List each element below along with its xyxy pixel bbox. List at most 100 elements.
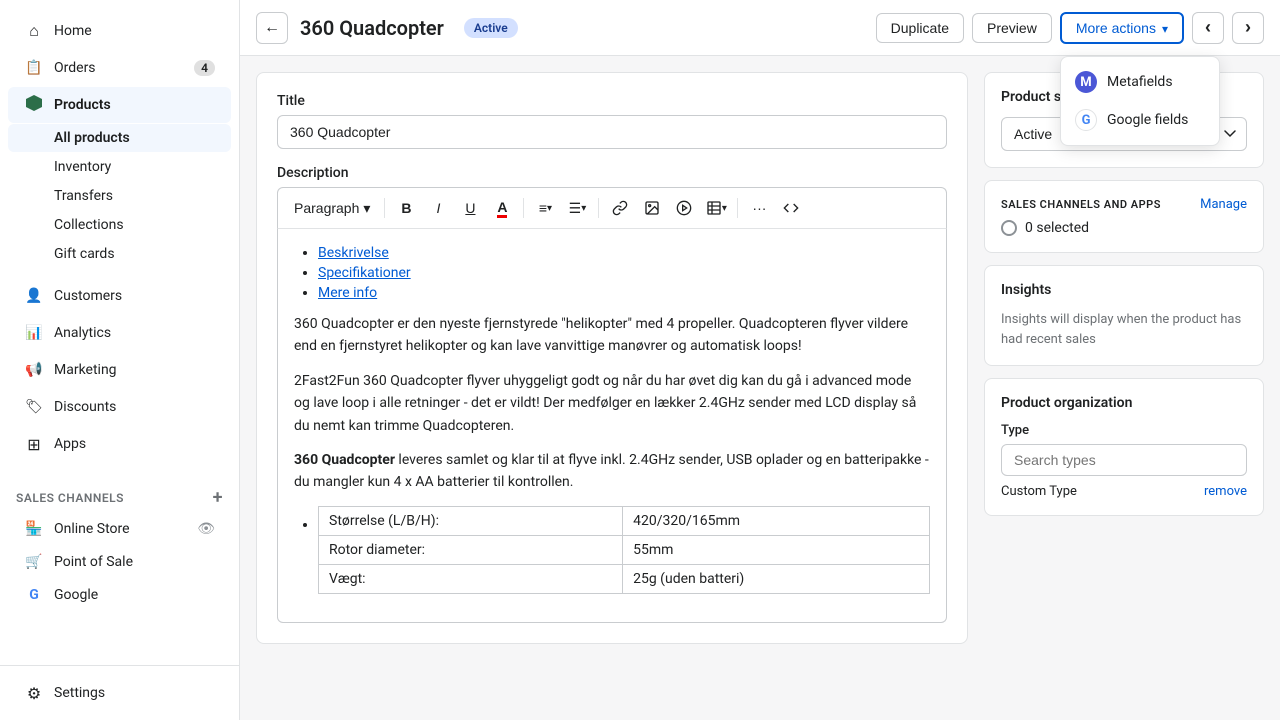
text-color-button[interactable]: A <box>487 194 517 222</box>
topbar: 360 Quadcopter Active Duplicate Preview … <box>240 0 1280 56</box>
orders-icon <box>24 58 44 78</box>
remove-link[interactable]: remove <box>1204 484 1247 499</box>
title-description-card: Title Description Paragraph ▾ B I U <box>256 72 968 644</box>
sidebar-item-transfers[interactable]: Transfers <box>8 182 231 210</box>
chevron-down-icon: ▾ <box>363 200 370 217</box>
selected-count: 0 selected <box>1025 220 1089 236</box>
link-beskrivelse[interactable]: Beskrivelse <box>318 245 389 261</box>
google-label: Google <box>54 587 98 603</box>
sidebar-item-apps[interactable]: Apps <box>8 426 231 462</box>
sidebar-item-discounts[interactable]: Discounts <box>8 389 231 425</box>
selected-channels: 0 selected <box>1001 220 1247 236</box>
spec-row: Størrelse (L/B/H): <box>319 506 623 535</box>
metafields-icon: M <box>1075 71 1097 93</box>
bold-text: 360 Quadcopter <box>294 452 395 468</box>
type-search-wrap <box>1001 444 1247 476</box>
next-product-button[interactable] <box>1232 12 1264 44</box>
align-button[interactable]: ≡▾ <box>530 194 560 222</box>
sidebar-item-label: Discounts <box>54 399 116 415</box>
gift-cards-label: Gift cards <box>54 246 115 262</box>
orders-badge: 4 <box>194 60 215 76</box>
sidebar-item-marketing[interactable]: Marketing <box>8 352 231 388</box>
editor-content[interactable]: Beskrivelse Specifikationer Mere info 36… <box>277 229 947 623</box>
organization-title: Product organization <box>1001 395 1247 411</box>
products-icon <box>24 95 44 115</box>
description-label: Description <box>277 165 947 181</box>
italic-button[interactable]: I <box>423 194 453 222</box>
back-button[interactable] <box>256 12 288 44</box>
code-button[interactable] <box>776 194 806 222</box>
sidebar-item-home[interactable]: Home <box>8 13 231 49</box>
image-icon <box>644 200 660 216</box>
video-button[interactable] <box>669 194 699 222</box>
link-specifikationer[interactable]: Specifikationer <box>318 265 411 281</box>
sidebar-item-all-products[interactable]: All products <box>8 124 231 152</box>
custom-type-label: Custom Type <box>1001 484 1077 499</box>
settings-icon <box>24 683 44 703</box>
radio-circle <box>1001 220 1017 236</box>
insights-title: Insights <box>1001 282 1247 298</box>
discounts-icon <box>24 397 44 417</box>
main-content: 360 Quadcopter Active Duplicate Preview … <box>240 0 1280 720</box>
table-icon <box>706 200 722 216</box>
sidebar-item-point-of-sale[interactable]: Point of Sale <box>8 546 231 578</box>
insights-card: Insights Insights will display when the … <box>984 265 1264 366</box>
link-button[interactable] <box>605 194 635 222</box>
insights-description: Insights will display when the product h… <box>1001 310 1247 349</box>
metafields-label: Metafields <box>1107 74 1173 90</box>
more-actions-button[interactable]: More actions <box>1060 12 1184 44</box>
google-icon <box>24 585 44 605</box>
preview-button[interactable]: Preview <box>972 13 1052 43</box>
more-actions-dropdown: M Metafields G Google fields <box>1060 56 1220 146</box>
title-label: Title <box>277 93 947 109</box>
eye-icon[interactable]: 👁 <box>197 521 215 537</box>
link-mere-info[interactable]: Mere info <box>318 285 377 301</box>
sidebar-item-inventory[interactable]: Inventory <box>8 153 231 181</box>
sidebar-item-label: Marketing <box>54 362 117 378</box>
prev-product-button[interactable] <box>1192 12 1224 44</box>
bold-button[interactable]: B <box>391 194 421 222</box>
sales-channels-title: SALES CHANNELS AND APPS <box>1001 198 1161 211</box>
home-icon <box>24 21 44 41</box>
google-fields-icon: G <box>1075 109 1097 131</box>
sidebar-item-collections[interactable]: Collections <box>8 211 231 239</box>
table-button[interactable]: ▾ <box>701 194 731 222</box>
sidebar-item-gift-cards[interactable]: Gift cards <box>8 240 231 268</box>
title-input[interactable] <box>277 115 947 149</box>
chevron-left-icon <box>1205 17 1211 38</box>
align-group-button[interactable]: ☰▾ <box>562 194 592 222</box>
type-search-input[interactable] <box>1001 444 1247 476</box>
sidebar-item-label: Products <box>54 97 111 113</box>
image-button[interactable] <box>637 194 667 222</box>
duplicate-button[interactable]: Duplicate <box>876 13 964 43</box>
sidebar-item-orders[interactable]: Orders 4 <box>8 50 231 86</box>
editor-toolbar: Paragraph ▾ B I U A ≡▾ <box>277 187 947 229</box>
sidebar-item-analytics[interactable]: Analytics <box>8 315 231 351</box>
transfers-label: Transfers <box>54 188 113 204</box>
paragraph-select[interactable]: Paragraph ▾ <box>286 196 378 221</box>
topbar-actions: Duplicate Preview More actions <box>876 12 1264 44</box>
play-icon <box>676 200 692 216</box>
online-store-label: Online Store <box>54 521 130 537</box>
sidebar-item-customers[interactable]: Customers <box>8 278 231 314</box>
sales-channels-header: SALES CHANNELS AND APPS Manage <box>1001 197 1247 212</box>
manage-link[interactable]: Manage <box>1200 197 1247 212</box>
dropdown-item-google-fields[interactable]: G Google fields <box>1061 101 1219 139</box>
sidebar-item-settings[interactable]: Settings <box>8 675 231 711</box>
spec-value: 420/320/165mm <box>623 506 930 535</box>
dropdown-item-metafields[interactable]: M Metafields <box>1061 63 1219 101</box>
spec-row: Vægt: <box>319 564 623 593</box>
editor-panel: Title Description Paragraph ▾ B I U <box>256 72 968 704</box>
toolbar-divider-2 <box>523 198 524 218</box>
sidebar-item-google[interactable]: Google <box>8 579 231 611</box>
underline-button[interactable]: U <box>455 194 485 222</box>
spec-row: Rotor diameter: <box>319 535 623 564</box>
sidebar-item-products[interactable]: Products <box>8 87 231 123</box>
page-title: 360 Quadcopter <box>300 16 444 40</box>
add-sales-channel-icon[interactable]: + <box>213 487 223 508</box>
sidebar-item-online-store[interactable]: Online Store 👁 <box>8 513 231 545</box>
more-options-button[interactable]: ··· <box>744 194 774 222</box>
chevron-right-icon <box>1245 17 1251 38</box>
organization-card: Product organization Type Custom Type re… <box>984 378 1264 516</box>
para-3: 360 Quadcopter leveres samlet og klar ti… <box>294 449 930 494</box>
